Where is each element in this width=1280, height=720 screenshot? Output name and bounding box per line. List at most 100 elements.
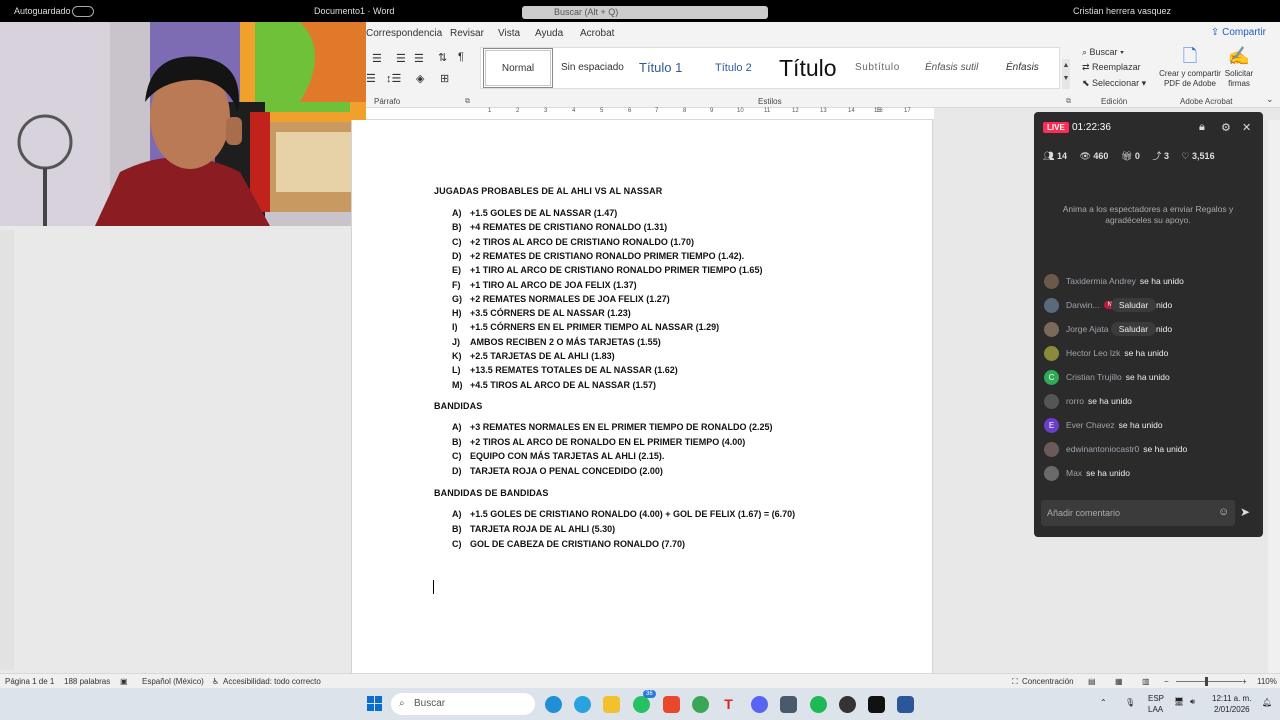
avatar[interactable]: [1044, 393, 1059, 409]
line-spacing-icon[interactable]: ↕☰: [386, 72, 401, 85]
taskbar-search[interactable]: ⌕ Buscar: [391, 693, 535, 715]
zoom-out-icon[interactable]: −: [1164, 677, 1169, 686]
collapse-ribbon-icon[interactable]: ⌄: [1266, 94, 1274, 105]
notifications-icon[interactable]: 🔔︎: [1262, 698, 1272, 707]
zoom-slider-thumb[interactable]: [1205, 677, 1208, 686]
tab-ayuda[interactable]: Ayuda: [535, 28, 563, 39]
brave-icon[interactable]: [663, 696, 680, 713]
read-mode-icon[interactable]: ▤: [1088, 677, 1096, 686]
sort-icon[interactable]: ⇅: [438, 51, 447, 64]
autosave-toggle[interactable]: [72, 6, 94, 17]
select-button[interactable]: ⬉ Seleccionar ▾: [1082, 78, 1146, 89]
telegram-icon[interactable]: [574, 696, 591, 713]
find-button[interactable]: ⌕ Buscar ▾: [1082, 47, 1124, 58]
chat-username[interactable]: edwinantoniocastr0: [1066, 444, 1139, 454]
avatar[interactable]: [1044, 441, 1059, 457]
page-count[interactable]: Página 1 de 1: [5, 677, 54, 686]
word-icon[interactable]: [897, 696, 914, 713]
file-explorer-icon[interactable]: [603, 696, 620, 713]
send-icon[interactable]: ➤: [1240, 505, 1250, 519]
microphone-icon[interactable]: 🎙︎: [1125, 698, 1135, 707]
request-signatures-button[interactable]: ✍ Solicitar firmas: [1222, 47, 1256, 89]
gallery-up-icon[interactable]: ▲: [1062, 59, 1070, 72]
avatar[interactable]: [1044, 345, 1059, 361]
styles-launcher-icon[interactable]: ⧉: [1066, 98, 1071, 106]
style-enfasis-sutil[interactable]: Énfasis sutil: [925, 48, 978, 88]
chrome-icon[interactable]: [692, 696, 709, 713]
style-sin-espaciado[interactable]: Sin espaciado: [561, 48, 624, 88]
borders-icon[interactable]: ⊞: [440, 72, 449, 85]
style-titulo-1[interactable]: Título 1: [639, 48, 682, 88]
settings-icon[interactable]: ⚙: [1221, 121, 1231, 134]
emoji-icon[interactable]: ☺: [1218, 506, 1229, 518]
chat-username[interactable]: Hector Leo lzk: [1066, 348, 1120, 358]
web-layout-icon[interactable]: ▥: [1142, 677, 1150, 686]
tab-revisar[interactable]: Revisar: [450, 28, 484, 39]
chat-username[interactable]: Darwin...: [1066, 300, 1100, 310]
zoom-slider[interactable]: [1176, 681, 1242, 682]
avatar[interactable]: E: [1044, 417, 1059, 433]
chevron-up-icon[interactable]: ⌃: [1100, 698, 1107, 707]
whatsapp-icon[interactable]: [633, 696, 650, 713]
avatar[interactable]: [1044, 321, 1059, 337]
share-button[interactable]: ⇪ Compartir: [1211, 27, 1266, 38]
gallery-more-icon[interactable]: [1062, 85, 1070, 89]
comment-input[interactable]: Añadir comentario: [1041, 500, 1235, 526]
paragraph-launcher-icon[interactable]: ⧉: [465, 98, 470, 106]
avatar[interactable]: [1044, 297, 1059, 313]
replace-button[interactable]: ⇄ Reemplazar: [1082, 62, 1141, 73]
search-box[interactable]: Buscar (Alt + Q): [522, 6, 768, 19]
greet-button[interactable]: Saludar: [1110, 298, 1157, 312]
discord-icon[interactable]: [751, 696, 768, 713]
indent-icon[interactable]: ☰: [396, 52, 406, 65]
language-status[interactable]: Español (México): [142, 677, 204, 686]
create-pdf-button[interactable]: 🗋 Crear y compartir PDF de Adobe: [1158, 47, 1222, 89]
obs-icon[interactable]: [839, 696, 856, 713]
pilcrow-icon[interactable]: ¶: [458, 51, 464, 63]
spotify-icon[interactable]: [810, 696, 827, 713]
zoom-level[interactable]: 110%: [1257, 677, 1277, 686]
document-page[interactable]: JUGADAS PROBABLES DE AL AHLI VS AL NASSA…: [351, 120, 933, 673]
lock-icon[interactable]: 🔒︎: [1199, 121, 1205, 134]
tiktok-icon[interactable]: [868, 696, 885, 713]
network-icon[interactable]: 🖥︎: [1174, 697, 1184, 706]
tab-acrobat[interactable]: Acrobat: [580, 28, 614, 39]
style-subtitulo[interactable]: Subtítulo: [855, 48, 900, 88]
close-icon[interactable]: ✕: [1242, 121, 1251, 134]
proofing-icon[interactable]: ▣: [120, 677, 128, 686]
vertical-scrollbar[interactable]: [1268, 120, 1280, 673]
tab-vista[interactable]: Vista: [498, 28, 520, 39]
chat-username[interactable]: Taxidermia Andrey: [1066, 276, 1136, 286]
chat-username[interactable]: Cristian Trujillo: [1066, 372, 1122, 382]
list-text: +2 REMATES DE CRISTIANO RONALDO PRIMER T…: [470, 250, 745, 261]
accessibility-status[interactable]: Accesibilidad: todo correcto: [223, 677, 321, 686]
edge-icon[interactable]: [545, 696, 562, 713]
language-indicator-1[interactable]: ESP: [1148, 694, 1164, 703]
chat-username[interactable]: Max: [1066, 468, 1082, 478]
avatar[interactable]: [1044, 465, 1059, 481]
tab-correspondencia[interactable]: Correspondencia: [366, 28, 442, 39]
print-layout-icon[interactable]: ▦: [1115, 677, 1123, 686]
calculator-icon[interactable]: [780, 696, 797, 713]
volume-icon[interactable]: 🔊︎: [1190, 697, 1195, 707]
avatar[interactable]: C: [1044, 369, 1059, 385]
style-titulo-2[interactable]: Título 2: [715, 48, 752, 88]
style-enfasis[interactable]: Énfasis: [1006, 48, 1039, 88]
shading-icon[interactable]: ◈: [416, 72, 424, 85]
gallery-down-icon[interactable]: ▼: [1062, 72, 1070, 85]
zoom-in-icon[interactable]: +: [1242, 677, 1247, 686]
greet-button[interactable]: Saludar: [1110, 322, 1157, 336]
focus-mode[interactable]: Concentración: [1022, 677, 1074, 686]
justify-icon[interactable]: ☰: [366, 72, 376, 85]
style-normal[interactable]: Normal: [483, 48, 553, 88]
clock-time[interactable]: 12:11 a. m.: [1212, 694, 1251, 703]
typora-icon[interactable]: T: [720, 696, 737, 713]
word-count[interactable]: 188 palabras: [64, 677, 110, 686]
indent-decrease-icon[interactable]: ☰: [372, 52, 382, 65]
chat-username[interactable]: rorro: [1066, 396, 1084, 406]
style-titulo[interactable]: Título: [779, 48, 837, 88]
indent-increase-icon[interactable]: ☰: [414, 52, 424, 65]
avatar[interactable]: [1044, 273, 1059, 289]
chat-username[interactable]: Ever Chavez: [1066, 420, 1115, 430]
windows-start-icon[interactable]: [367, 696, 374, 703]
